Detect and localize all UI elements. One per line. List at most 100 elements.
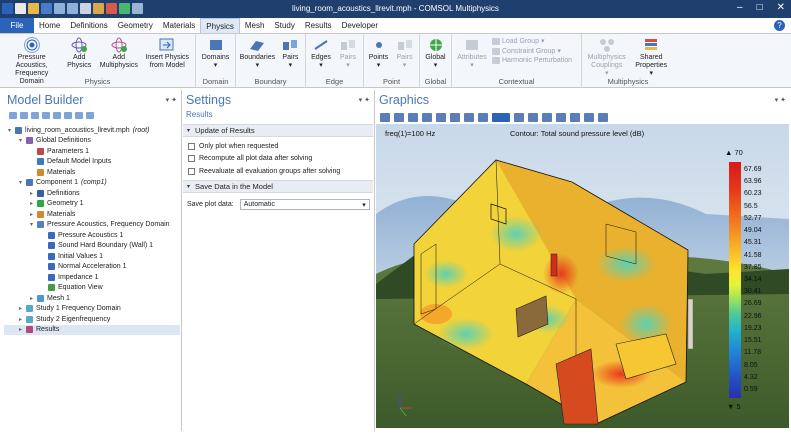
reevaluate-checkbox[interactable]: Reevaluate all evaluation groups after s… [183, 165, 373, 178]
colorbar-tick-label: 0.59 [744, 386, 758, 393]
tree-node[interactable]: Initial Values 1 [4, 251, 180, 262]
tree-node-label: Normal Acceleration 1 [58, 263, 127, 271]
constraint-group-button[interactable]: Constraint Group ▾ [492, 47, 572, 55]
expand-arrow-icon[interactable]: ▸ [30, 190, 37, 197]
expand-arrow-icon[interactable]: ▾ [30, 221, 37, 228]
minimize-icon[interactable]: – [737, 2, 743, 13]
chevron-down-icon: ▾ [362, 201, 366, 209]
tree-node-label: Study 1 Frequency Domain [36, 305, 121, 313]
update-of-results-section[interactable]: ▾ Update of Results [183, 124, 373, 137]
tree-node[interactable]: Impedance 1 [4, 272, 180, 283]
tree-node[interactable]: ▸ Definitions [4, 188, 180, 199]
tree-node[interactable]: ▾ Global Definitions [4, 136, 180, 147]
zoom-out-icon[interactable] [394, 112, 404, 122]
colorbar-tick-label: 34.14 [744, 276, 762, 283]
tree-node[interactable]: ▸ Mesh 1 [4, 293, 180, 304]
expand-arrow-icon[interactable]: ▸ [30, 200, 37, 207]
save-data-section[interactable]: ▾ Save Data in the Model [183, 179, 373, 193]
help-icon[interactable]: ? [774, 20, 785, 31]
tree-node[interactable]: Normal Acceleration 1 [4, 262, 180, 273]
load-group-button[interactable]: Load Group ▾ [492, 37, 572, 45]
only-plot-checkbox[interactable]: Only plot when requested [183, 140, 373, 153]
expand-arrow-icon[interactable]: ▾ [19, 179, 26, 186]
maximize-icon[interactable]: □ [757, 2, 763, 13]
tab-home[interactable]: Home [34, 18, 65, 33]
camera-icon[interactable] [570, 112, 580, 122]
tab-geometry[interactable]: Geometry [113, 18, 158, 33]
tree-node-icon [26, 137, 33, 145]
ribbon-group-label: Multiphysics [607, 77, 649, 86]
tab-physics[interactable]: Physics [200, 18, 240, 33]
checkbox-icon [188, 167, 195, 175]
select-icon[interactable] [478, 112, 488, 122]
expand-arrow-icon[interactable]: ▸ [30, 295, 37, 302]
tab-mesh[interactable]: Mesh [240, 18, 270, 33]
expand-arrow-icon[interactable]: ▸ [19, 305, 26, 312]
pin-icon[interactable]: ▾ ✦ [359, 96, 373, 104]
views-icon[interactable] [450, 112, 460, 122]
close-icon[interactable]: ✕ [777, 2, 785, 13]
tree-node[interactable]: ▸ Materials [4, 209, 180, 220]
expand-arrow-icon[interactable]: ▾ [19, 137, 26, 144]
tab-study[interactable]: Study [269, 18, 299, 33]
filter-icon[interactable] [86, 112, 94, 119]
save-plot-select[interactable]: Automatic ▾ [239, 199, 370, 210]
zoom-box-icon[interactable] [408, 112, 418, 122]
zoom-extents-icon[interactable] [422, 112, 432, 122]
hide-icon[interactable] [542, 112, 552, 122]
axis-icon[interactable] [436, 112, 446, 122]
expand-arrow-icon[interactable]: ▸ [30, 211, 37, 218]
tree-node-label: Study 2 Eigenfrequency [36, 315, 111, 323]
tree-node-icon [48, 231, 55, 239]
down-icon[interactable] [42, 112, 50, 119]
deselect-icon[interactable] [528, 112, 538, 122]
tree-node[interactable]: ▸ Geometry 1 [4, 199, 180, 210]
tree-node[interactable]: Parameters 1 [4, 146, 180, 157]
tree-node[interactable]: ▾ Pressure Acoustics, Frequency Domain [4, 220, 180, 231]
tree-node[interactable]: Default Model Inputs [4, 157, 180, 168]
ribbon-tab-bar: File Home Definitions Geometry Materials Phy… [0, 18, 791, 34]
pin-icon[interactable]: ▾ ✦ [166, 96, 180, 104]
image-export-icon[interactable] [598, 112, 608, 122]
print-icon[interactable] [584, 112, 594, 122]
boundary-icon [248, 36, 266, 53]
tree-node[interactable]: ▸ Results [4, 324, 180, 335]
back-icon[interactable] [9, 112, 17, 119]
tree-node[interactable]: Pressure Acoustics 1 [4, 230, 180, 241]
collapse-icon[interactable] [64, 112, 72, 119]
tree-node-label: Component 1 [36, 179, 79, 187]
expand-arrow-icon[interactable]: ▾ [8, 127, 15, 134]
settings-gear-icon[interactable] [556, 112, 566, 122]
expand-arrow-icon[interactable]: ▸ [19, 316, 26, 323]
show-icon[interactable] [75, 112, 83, 119]
tree-node[interactable]: ▸ Study 2 Eigenfrequency [4, 314, 180, 325]
harmonic-perturbation-button[interactable]: Harmonic Perturbation [492, 57, 572, 64]
forward-icon[interactable] [20, 112, 28, 119]
tab-results[interactable]: Results [300, 18, 337, 33]
tab-materials[interactable]: Materials [158, 18, 200, 33]
up-icon[interactable] [31, 112, 39, 119]
tab-developer[interactable]: Developer [337, 18, 383, 33]
tab-definitions[interactable]: Definitions [65, 18, 112, 33]
tree-node-icon [37, 168, 44, 176]
select-mode-icon[interactable] [492, 112, 510, 122]
pin-icon[interactable]: ▾ ✦ [775, 96, 789, 104]
tree-node-label: Mesh 1 [47, 294, 70, 302]
expand-arrow-icon[interactable]: ▸ [19, 326, 26, 333]
settings-panel: Settings ▾ ✦ Results ▾ Update of Results O… [183, 90, 373, 431]
recompute-checkbox[interactable]: Recompute all plot data after solving [183, 153, 373, 166]
tree-node[interactable]: ▾ Component 1 (comp1) [4, 178, 180, 189]
settings-title: Settings [186, 93, 232, 107]
tree-node[interactable]: Sound Hard Boundary (Wall) 1 [4, 241, 180, 252]
tree-node[interactable]: ▾ living_room_acoustics_llrevit.mph (root) [4, 125, 180, 136]
tree-node[interactable]: ▸ Study 1 Frequency Domain [4, 304, 180, 315]
rotate-icon[interactable] [464, 112, 474, 122]
frequency-label: freq(1)=100 Hz [385, 129, 436, 138]
select-all-icon[interactable] [514, 112, 524, 122]
file-menu-tab[interactable]: File [0, 18, 34, 33]
zoom-in-icon[interactable] [380, 112, 390, 122]
tree-node[interactable]: Materials [4, 167, 180, 178]
expand-icon[interactable] [53, 112, 61, 119]
tree-node[interactable]: Equation View [4, 283, 180, 294]
graphics-canvas[interactable]: freq(1)=100 Hz Contour: Total sound pres… [376, 124, 789, 428]
